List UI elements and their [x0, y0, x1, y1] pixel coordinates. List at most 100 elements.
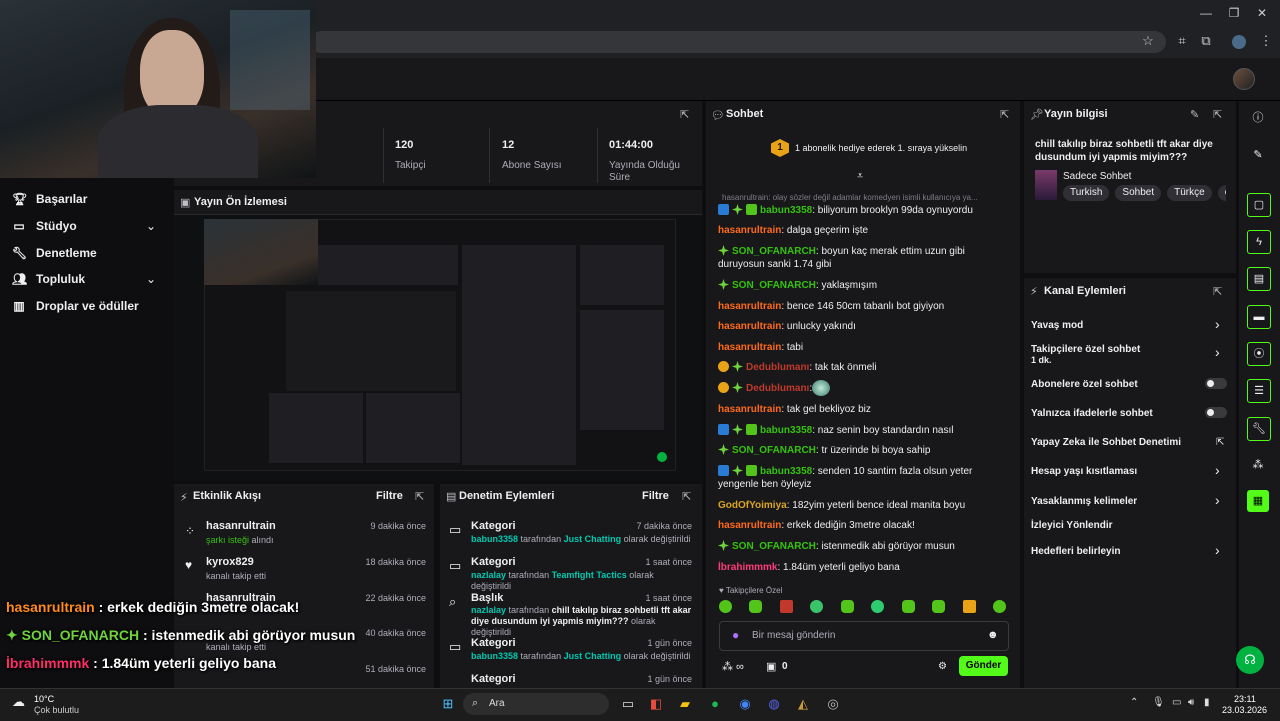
chat-badge-icon[interactable] [732, 361, 743, 372]
chat-username[interactable]: GodOfYoimiya [718, 500, 787, 511]
popout-icon[interactable]: ⇱ [1213, 108, 1222, 121]
league-icon[interactable]: ◭ [793, 695, 813, 713]
chat-username[interactable]: SON_OFANARCH [732, 280, 816, 291]
emote-icon[interactable] [962, 600, 976, 613]
chat-username[interactable]: babun3358 [760, 425, 812, 436]
modlog-filter[interactable]: Filtre [642, 490, 669, 502]
tray-chevron-icon[interactable]: ⌃ [1130, 697, 1138, 708]
community-icon[interactable]: ⁂ [1247, 454, 1269, 476]
pencil-icon[interactable]: ✎ [1247, 144, 1269, 166]
edit-icon[interactable]: ✎ [1190, 108, 1199, 121]
action-ai-moderation[interactable]: Yapay Zeka ile Sohbet Denetimi [1031, 437, 1181, 448]
close-window-icon[interactable]: ✕ [1252, 6, 1272, 24]
microphone-icon[interactable]: ● [732, 628, 739, 642]
chat-badge-icon[interactable] [746, 465, 757, 476]
chrome-icon[interactable]: ◉ [735, 695, 755, 713]
tool-icon[interactable]: 🔧︎ [1247, 417, 1271, 441]
chevron-right-icon[interactable]: › [1215, 316, 1220, 332]
chat-badge-icon[interactable] [718, 465, 729, 476]
folder-icon[interactable]: ▰ [675, 695, 695, 713]
chat-username[interactable]: hasanrultrain [718, 321, 781, 332]
info-icon[interactable]: ⓘ [1247, 107, 1269, 129]
action-slow-mode[interactable]: Yavaş mod [1031, 320, 1083, 331]
chat-username[interactable]: İbrahimmmk [718, 562, 777, 573]
chat-icon[interactable]: ▬ [1247, 305, 1271, 329]
chat-badge-icon[interactable] [718, 204, 729, 215]
chevron-right-icon[interactable]: › [1215, 462, 1220, 478]
popout-icon[interactable]: ⇱ [415, 490, 424, 503]
nav-community[interactable]: 👥︎ Topluluk [12, 267, 85, 291]
nav-drops[interactable]: ▥ Droplar ve ödüller [12, 294, 138, 318]
chat-username[interactable]: hasanrultrain [718, 520, 781, 531]
chevron-down-icon[interactable]: ⌄ [146, 219, 156, 233]
emote-icon[interactable] [840, 600, 854, 613]
user-avatar[interactable] [1233, 68, 1255, 90]
emote-icon[interactable] [901, 600, 915, 613]
lightning-icon[interactable]: ϟ [1247, 230, 1271, 254]
chat-username[interactable]: SON_OFANARCH [732, 541, 816, 552]
emote-icon[interactable] [992, 600, 1006, 613]
network-icon[interactable]: ▭ [1172, 697, 1181, 708]
action-followers-only[interactable]: Takipçilere özel sohbet [1031, 344, 1140, 355]
chat-username[interactable]: Dedublumanı [746, 383, 809, 394]
task-view-icon[interactable]: ▭ [618, 695, 638, 713]
chat-badge-icon[interactable] [718, 424, 729, 435]
channel-points-icon[interactable]: ⁂ ∞ [722, 660, 744, 673]
emotes-only-toggle[interactable] [1205, 407, 1227, 418]
chat-settings-icon[interactable]: ⚙ [938, 661, 947, 672]
collapse-icon[interactable]: ⩡ [857, 170, 863, 183]
popout-icon[interactable]: ⇱ [1000, 108, 1009, 121]
chat-username[interactable]: babun3358 [760, 466, 812, 477]
tag[interactable]: chi [1217, 185, 1226, 201]
chat-badge-icon[interactable] [718, 361, 729, 372]
popout-icon[interactable]: ⇱ [682, 490, 691, 503]
mic-icon[interactable]: 🎙︎ [1152, 697, 1165, 708]
broadcast-icon[interactable]: ⦿ [1247, 342, 1271, 366]
chevron-right-icon[interactable]: › [1215, 542, 1220, 558]
minimize-icon[interactable]: — [1196, 6, 1216, 24]
chevron-down-icon[interactable]: ⌄ [146, 272, 156, 286]
chat-username[interactable]: hasanrultrain [718, 225, 781, 236]
popout-icon[interactable]: ⇱ [1213, 285, 1222, 298]
address-bar[interactable] [310, 31, 1166, 53]
volume-icon[interactable]: 🔊︎ [1188, 697, 1194, 708]
chat-badge-icon[interactable] [718, 382, 729, 393]
tag[interactable]: Sohbet [1115, 185, 1162, 201]
bookmark-star-icon[interactable]: ☆ [1138, 33, 1158, 51]
popout-icon[interactable]: ⇱ [680, 108, 689, 121]
discord-icon[interactable]: ◍ [764, 695, 784, 713]
obs-icon[interactable]: ◎ [823, 695, 843, 713]
chat-input-placeholder[interactable]: Bir mesaj gönderin [752, 630, 835, 641]
windows-start-icon[interactable]: ⊞ [438, 695, 458, 713]
emoji-icon[interactable]: ☻ [987, 629, 999, 641]
chat-username[interactable]: hasanrultrain [718, 404, 781, 415]
nav-studio[interactable]: ▭ Stüdyo [12, 214, 76, 238]
chat-badge-icon[interactable] [746, 424, 757, 435]
battery-icon[interactable]: ▮ [1204, 697, 1210, 708]
spotify-icon[interactable]: ● [705, 695, 725, 713]
chat-username[interactable]: hasanrultrain [718, 301, 781, 312]
chevron-right-icon[interactable]: › [1215, 492, 1220, 508]
gift-icon[interactable]: ▣ [766, 660, 776, 673]
layout-icon[interactable]: ☰ [1247, 379, 1271, 403]
chat-badge-icon[interactable] [718, 444, 729, 455]
chat-badge-icon[interactable] [718, 540, 729, 551]
chat-username[interactable]: hasanrultrain [718, 342, 781, 353]
stream-preview[interactable] [174, 214, 702, 481]
chat-badge-icon[interactable] [732, 424, 743, 435]
chat-username[interactable]: SON_OFANARCH [732, 445, 816, 456]
emote-icon[interactable] [871, 600, 885, 613]
subscribers-only-toggle[interactable] [1205, 378, 1227, 389]
help-headset-icon[interactable]: ☊ [1236, 646, 1264, 674]
send-button[interactable]: Gönder [959, 656, 1008, 676]
chevron-right-icon[interactable]: › [1215, 344, 1220, 360]
browser-menu-icon[interactable]: ⋮ [1256, 33, 1276, 51]
nav-moderation[interactable]: 🔧︎ Denetleme [12, 241, 97, 265]
chat-badge-icon[interactable] [746, 204, 757, 215]
chat-username[interactable]: babun3358 [760, 205, 812, 216]
action-banned-words[interactable]: Yasaklanmış kelimeler [1031, 496, 1137, 507]
tag[interactable]: Türkçe [1167, 185, 1212, 201]
action-raid[interactable]: İzleyici Yönlendir [1031, 520, 1113, 531]
app-icon[interactable]: ▦ [1247, 490, 1269, 512]
chat-badge-icon[interactable] [732, 204, 743, 215]
